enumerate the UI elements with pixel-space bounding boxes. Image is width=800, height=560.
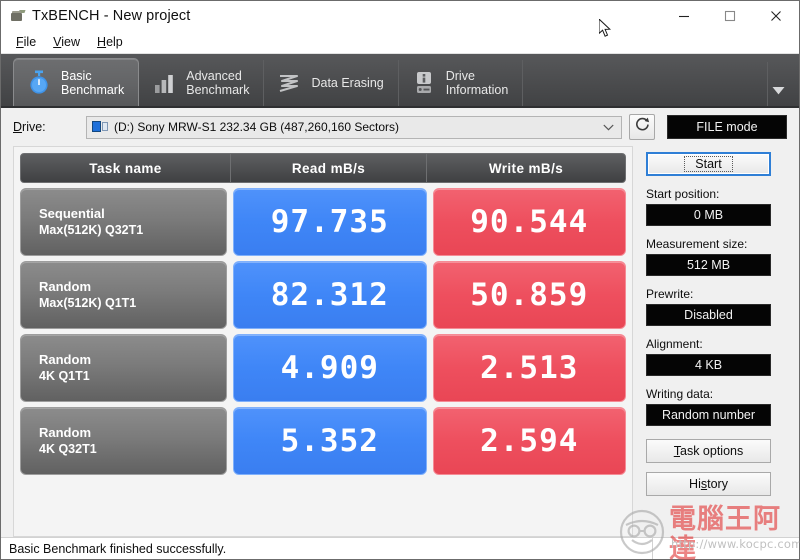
task-name-secondary: 4K Q32T1 [39, 442, 97, 456]
removable-drive-icon [92, 120, 109, 134]
task-name-primary: Random [39, 425, 91, 440]
drive-info-icon [411, 69, 437, 97]
task-name-cell: Random Max(512K) Q1T1 [20, 261, 227, 329]
menu-item-help-rest: elp [106, 35, 123, 49]
menu-item-file-rest: ile [23, 35, 37, 49]
benchmark-results-panel: Task name Read mB/s Write mB/s Sequentia… [13, 146, 633, 537]
prewrite-label: Prewrite: [646, 287, 694, 301]
tab-overflow-button[interactable] [767, 62, 789, 106]
start-position-value[interactable]: 0 MB [646, 204, 771, 226]
bar-chart-icon [151, 69, 177, 97]
menu-item-help[interactable]: Help [90, 33, 133, 51]
tab-drive-information[interactable]: Drive Information [399, 60, 524, 106]
task-name-secondary: Max(512K) Q1T1 [39, 296, 137, 310]
read-value-cell: 97.735 [233, 188, 427, 256]
status-divider [652, 538, 653, 559]
txbench-window: TxBENCH - New project File View Help Bas… [0, 0, 800, 560]
alignment-label: Alignment: [646, 337, 703, 351]
main-body: Task name Read mB/s Write mB/s Sequentia… [1, 146, 799, 537]
refresh-icon [634, 116, 651, 138]
close-icon[interactable] [753, 1, 799, 31]
drive-select[interactable]: (D:) Sony MRW-S1 232.34 GB (487,260,160 … [86, 115, 622, 139]
drive-label: Drive: [13, 120, 46, 134]
tab-data-erasing[interactable]: Data Erasing [264, 60, 399, 106]
window-title: TxBENCH - New project [32, 8, 191, 24]
tab-drive-information-label: Drive Information [445, 69, 509, 97]
menu-item-view-rest: iew [61, 35, 81, 49]
task-name-cell: Random 4K Q1T1 [20, 334, 227, 402]
column-header-write: Write mB/s [488, 160, 564, 176]
column-header-read: Read mB/s [231, 154, 427, 182]
wave-shred-icon [276, 69, 302, 97]
read-value-cell: 82.312 [233, 261, 427, 329]
chevron-down-icon [603, 118, 614, 136]
task-options-button[interactable]: Task options [646, 439, 771, 463]
start-button[interactable]: Start [646, 152, 771, 176]
menu-bar: File View Help [1, 31, 799, 54]
task-options-label: Task options [673, 444, 744, 458]
stopwatch-icon [26, 69, 52, 97]
task-name-primary: Sequential [39, 206, 105, 221]
chevron-down-icon [772, 82, 785, 100]
writing-data-label: Writing data: [646, 387, 714, 401]
table-row: Random Max(512K) Q1T1 82.312 50.859 [20, 261, 626, 329]
table-row: Sequential Max(512K) Q32T1 97.735 90.544 [20, 188, 626, 256]
task-name-primary: Random [39, 352, 91, 367]
measurement-size-label: Measurement size: [646, 237, 748, 251]
task-name-secondary: Max(512K) Q32T1 [39, 223, 144, 237]
read-value-cell: 4.909 [233, 334, 427, 402]
tab-basic-benchmark-label: Basic Benchmark [61, 68, 125, 97]
measurement-size-value[interactable]: 512 MB [646, 254, 771, 276]
tab-advanced-benchmark[interactable]: Advanced Benchmark [139, 60, 265, 106]
txbench-app-icon [9, 8, 26, 24]
writing-data-value[interactable]: Random number [646, 404, 771, 426]
prewrite-value[interactable]: Disabled [646, 304, 771, 326]
refresh-button[interactable] [629, 114, 655, 140]
history-label: History [689, 477, 728, 491]
window-controls [661, 1, 799, 31]
minimize-icon[interactable] [661, 1, 707, 31]
write-value-cell: 2.594 [432, 407, 626, 475]
menu-item-file[interactable]: File [9, 33, 46, 51]
tab-bar: Basic Benchmark Advanced Benchmark Data … [1, 54, 799, 108]
drive-label-rest: rive: [22, 120, 46, 134]
table-row: Random 4K Q1T1 4.909 2.513 [20, 334, 626, 402]
task-name-primary: Random [39, 279, 91, 294]
drive-selector-row: Drive: (D:) Sony MRW-S1 232.34 GB (487,2… [1, 108, 799, 146]
results-header-row: Task name Read mB/s Write mB/s [20, 153, 626, 183]
tab-basic-benchmark[interactable]: Basic Benchmark [13, 58, 140, 106]
task-name-secondary: 4K Q1T1 [39, 369, 90, 383]
tab-data-erasing-label: Data Erasing [311, 76, 384, 90]
history-button[interactable]: History [646, 472, 771, 496]
tab-advanced-benchmark-label: Advanced Benchmark [186, 69, 250, 97]
start-button-label: Start [684, 156, 733, 172]
alignment-value[interactable]: 4 KB [646, 354, 771, 376]
options-sidebar: Start Start position: 0 MB Measurement s… [633, 146, 787, 537]
table-row: Random 4K Q32T1 5.352 2.594 [20, 407, 626, 475]
title-bar: TxBENCH - New project [1, 1, 799, 31]
read-value-cell: 5.352 [233, 407, 427, 475]
task-name-cell: Sequential Max(512K) Q32T1 [20, 188, 227, 256]
maximize-icon[interactable] [707, 1, 753, 31]
status-bar: Basic Benchmark finished successfully. [1, 537, 799, 559]
mouse-cursor [598, 17, 612, 43]
file-mode-badge: FILE mode [667, 115, 787, 139]
column-header-task-name: Task name [21, 154, 231, 182]
write-value-cell: 90.544 [432, 188, 626, 256]
task-name-cell: Random 4K Q32T1 [20, 407, 227, 475]
start-position-label: Start position: [646, 187, 720, 201]
menu-item-view[interactable]: View [46, 33, 90, 51]
drive-select-value: (D:) Sony MRW-S1 232.34 GB (487,260,160 … [114, 120, 400, 134]
write-value-cell: 50.859 [432, 261, 626, 329]
status-message: Basic Benchmark finished successfully. [9, 541, 227, 556]
write-value-cell: 2.513 [432, 334, 626, 402]
